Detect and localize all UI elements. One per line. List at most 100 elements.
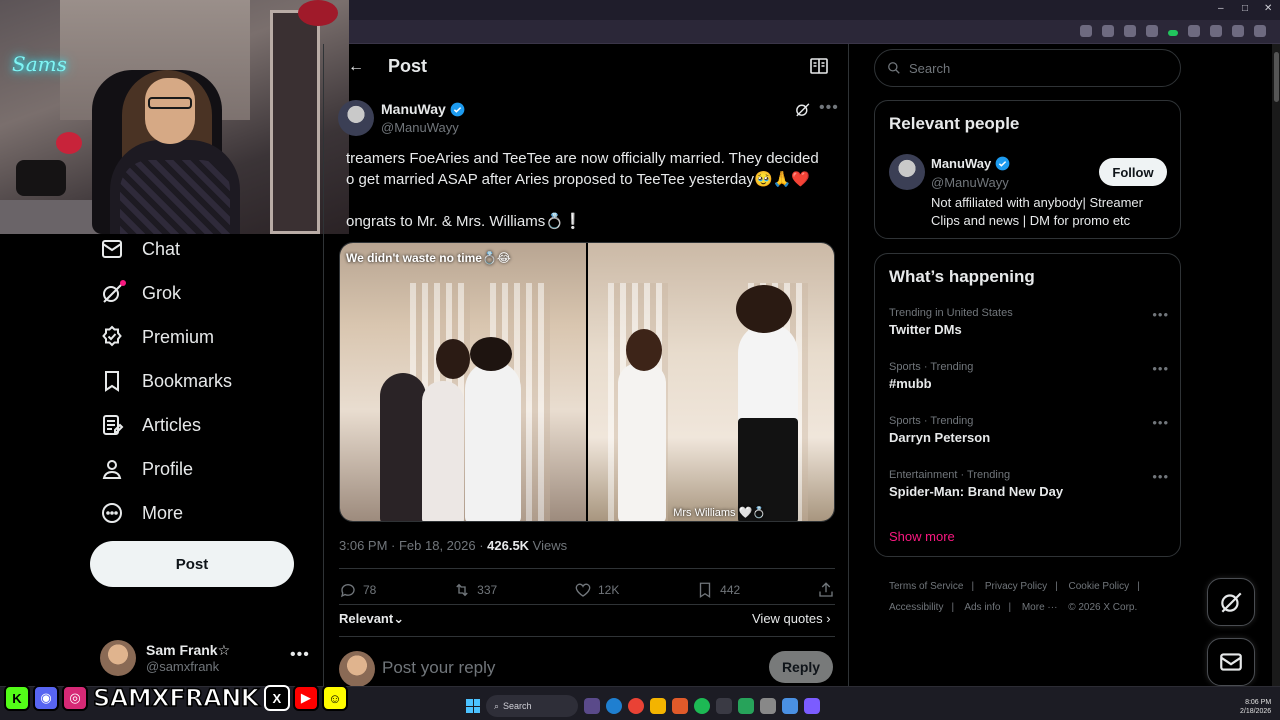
- trend-more-icon[interactable]: •••: [1152, 361, 1169, 376]
- back-arrow-icon[interactable]: ←: [348, 58, 364, 76]
- zoom-icon[interactable]: [1080, 25, 1092, 37]
- neon-sign: Sams: [12, 52, 67, 76]
- heart-icon: [575, 583, 591, 597]
- footer-link[interactable]: Terms of Service: [889, 581, 963, 592]
- trend-meta: Trending in United States: [889, 307, 1013, 319]
- maximize-icon[interactable]: □: [1242, 3, 1248, 14]
- spotify-icon[interactable]: [694, 698, 710, 714]
- account-switcher[interactable]: Sam Frank☆ @samxfrank: [100, 640, 230, 676]
- author-name: ManuWay: [381, 101, 446, 117]
- scrollbar-thumb[interactable]: [1274, 52, 1279, 102]
- app-icon[interactable]: [804, 698, 820, 714]
- sidebar-icon[interactable]: [1210, 25, 1222, 37]
- chrome-icon[interactable]: [628, 698, 644, 714]
- post-more-icon[interactable]: •••: [819, 99, 839, 117]
- trend-more-icon[interactable]: •••: [1152, 415, 1169, 430]
- bookmark-action[interactable]: 442: [696, 581, 740, 599]
- footer-link[interactable]: More ···: [1022, 602, 1058, 613]
- settings-icon[interactable]: [782, 698, 798, 714]
- post-button[interactable]: Post: [90, 541, 294, 587]
- nav-profile-label: Profile: [142, 458, 194, 479]
- scrollbar[interactable]: [1272, 44, 1280, 686]
- reply-sort-dropdown[interactable]: Relevant⌄: [339, 611, 404, 627]
- app-icon[interactable]: [716, 698, 732, 714]
- footer-link[interactable]: Cookie Policy: [1069, 581, 1130, 592]
- app-icon[interactable]: [760, 698, 776, 714]
- avatar[interactable]: [889, 154, 925, 190]
- media-image-right[interactable]: Mrs Williams 🤍💍: [588, 243, 834, 521]
- trend-more-icon[interactable]: •••: [1152, 469, 1169, 484]
- repost-action[interactable]: 337: [453, 581, 497, 599]
- close-icon[interactable]: ✕: [1264, 3, 1272, 14]
- app-icon[interactable]: [738, 698, 754, 714]
- author-avatar[interactable]: [338, 100, 374, 136]
- footer-link[interactable]: Ads info: [964, 602, 1000, 613]
- extensions-puzzle-icon[interactable]: [1188, 25, 1200, 37]
- reply-input[interactable]: [382, 656, 742, 680]
- trend-title: #mubb: [889, 376, 932, 391]
- nav-grok[interactable]: Grok: [100, 280, 181, 305]
- reply-button[interactable]: Reply: [769, 651, 833, 683]
- nav-profile[interactable]: Profile: [100, 457, 193, 481]
- grok-icon[interactable]: [794, 101, 811, 118]
- copyright: © 2026 X Corp.: [1068, 602, 1138, 613]
- trend-item[interactable]: Sports · Trending Darryn Peterson •••: [889, 415, 1169, 445]
- trend-item[interactable]: Sports · Trending #mubb •••: [889, 361, 1169, 391]
- reader-mode-icon[interactable]: [810, 58, 828, 74]
- taskbar-clock[interactable]: 8:06 PM 2/18/2026: [1240, 698, 1271, 716]
- avatar: [339, 651, 375, 686]
- file-explorer-icon[interactable]: [650, 698, 666, 714]
- browser-toolbar: [349, 20, 1280, 44]
- relevant-person-name: ManuWay: [931, 156, 992, 171]
- menu-icon[interactable]: [1254, 25, 1266, 37]
- post-text-line: o get married ASAP after Aries proposed …: [346, 171, 811, 188]
- edge-icon[interactable]: [606, 698, 622, 714]
- kick-icon: K: [4, 685, 30, 711]
- relevant-person-name-row[interactable]: ManuWay: [931, 156, 1010, 171]
- grok-floating-button[interactable]: [1207, 578, 1255, 626]
- taskbar-apps: ⌕ Search: [466, 695, 820, 717]
- minimize-icon[interactable]: –: [1218, 3, 1224, 14]
- nav-more-label: More: [142, 502, 184, 523]
- like-action[interactable]: 12K: [574, 581, 619, 599]
- widgets-icon[interactable]: [584, 698, 600, 714]
- share-icon[interactable]: [1124, 25, 1136, 37]
- profile-icon[interactable]: [1232, 25, 1244, 37]
- footer-link[interactable]: Privacy Policy: [985, 581, 1047, 592]
- follow-button[interactable]: Follow: [1099, 158, 1167, 186]
- post-timestamp: 3:06 PM · Feb 18, 2026 · 426.5K Views: [339, 538, 567, 553]
- search-icon: [888, 62, 900, 74]
- trend-item[interactable]: Trending in United States Twitter DMs ••…: [889, 307, 1169, 337]
- trend-more-icon[interactable]: •••: [1152, 307, 1169, 322]
- taskbar-search[interactable]: ⌕ Search: [486, 695, 578, 717]
- post-text-line: ongrats to Mr. & Mrs. Williams💍❕: [346, 213, 583, 230]
- search-box[interactable]: [874, 49, 1181, 87]
- search-input[interactable]: [909, 60, 1169, 76]
- author-name-row[interactable]: ManuWay: [381, 101, 465, 117]
- bookmark-icon: [699, 582, 711, 599]
- trend-title: Twitter DMs: [889, 322, 962, 337]
- extension-icon[interactable]: [1168, 29, 1178, 36]
- nav-bookmarks[interactable]: Bookmarks: [100, 369, 232, 393]
- trend-meta: Sports · Trending: [889, 361, 974, 373]
- show-more-link[interactable]: Show more: [889, 529, 955, 544]
- bookmark-star-icon[interactable]: [1146, 25, 1158, 37]
- share-action[interactable]: [817, 581, 835, 599]
- windows-start-icon[interactable]: [466, 699, 480, 713]
- reply-action[interactable]: 78: [339, 581, 376, 599]
- account-more-icon[interactable]: •••: [290, 646, 310, 664]
- cast-icon[interactable]: [1102, 25, 1114, 37]
- app-icon[interactable]: [672, 698, 688, 714]
- media-image-left[interactable]: We didn't waste no time💍😂: [340, 243, 586, 521]
- nav-premium[interactable]: Premium: [100, 325, 214, 349]
- nav-articles[interactable]: Articles: [100, 413, 201, 437]
- post-media[interactable]: We didn't waste no time💍😂 Mrs Williams 🤍…: [339, 242, 835, 522]
- view-quotes-link[interactable]: View quotes ›: [752, 611, 831, 626]
- footer-link[interactable]: Accessibility: [889, 602, 943, 613]
- reply-icon: [340, 584, 355, 598]
- trend-item[interactable]: Entertainment · Trending Spider-Man: Bra…: [889, 469, 1169, 499]
- premium-badge-icon: [102, 325, 122, 347]
- nav-more[interactable]: More: [100, 501, 183, 525]
- messages-floating-button[interactable]: [1207, 638, 1255, 686]
- nav-chat[interactable]: Chat: [100, 237, 180, 261]
